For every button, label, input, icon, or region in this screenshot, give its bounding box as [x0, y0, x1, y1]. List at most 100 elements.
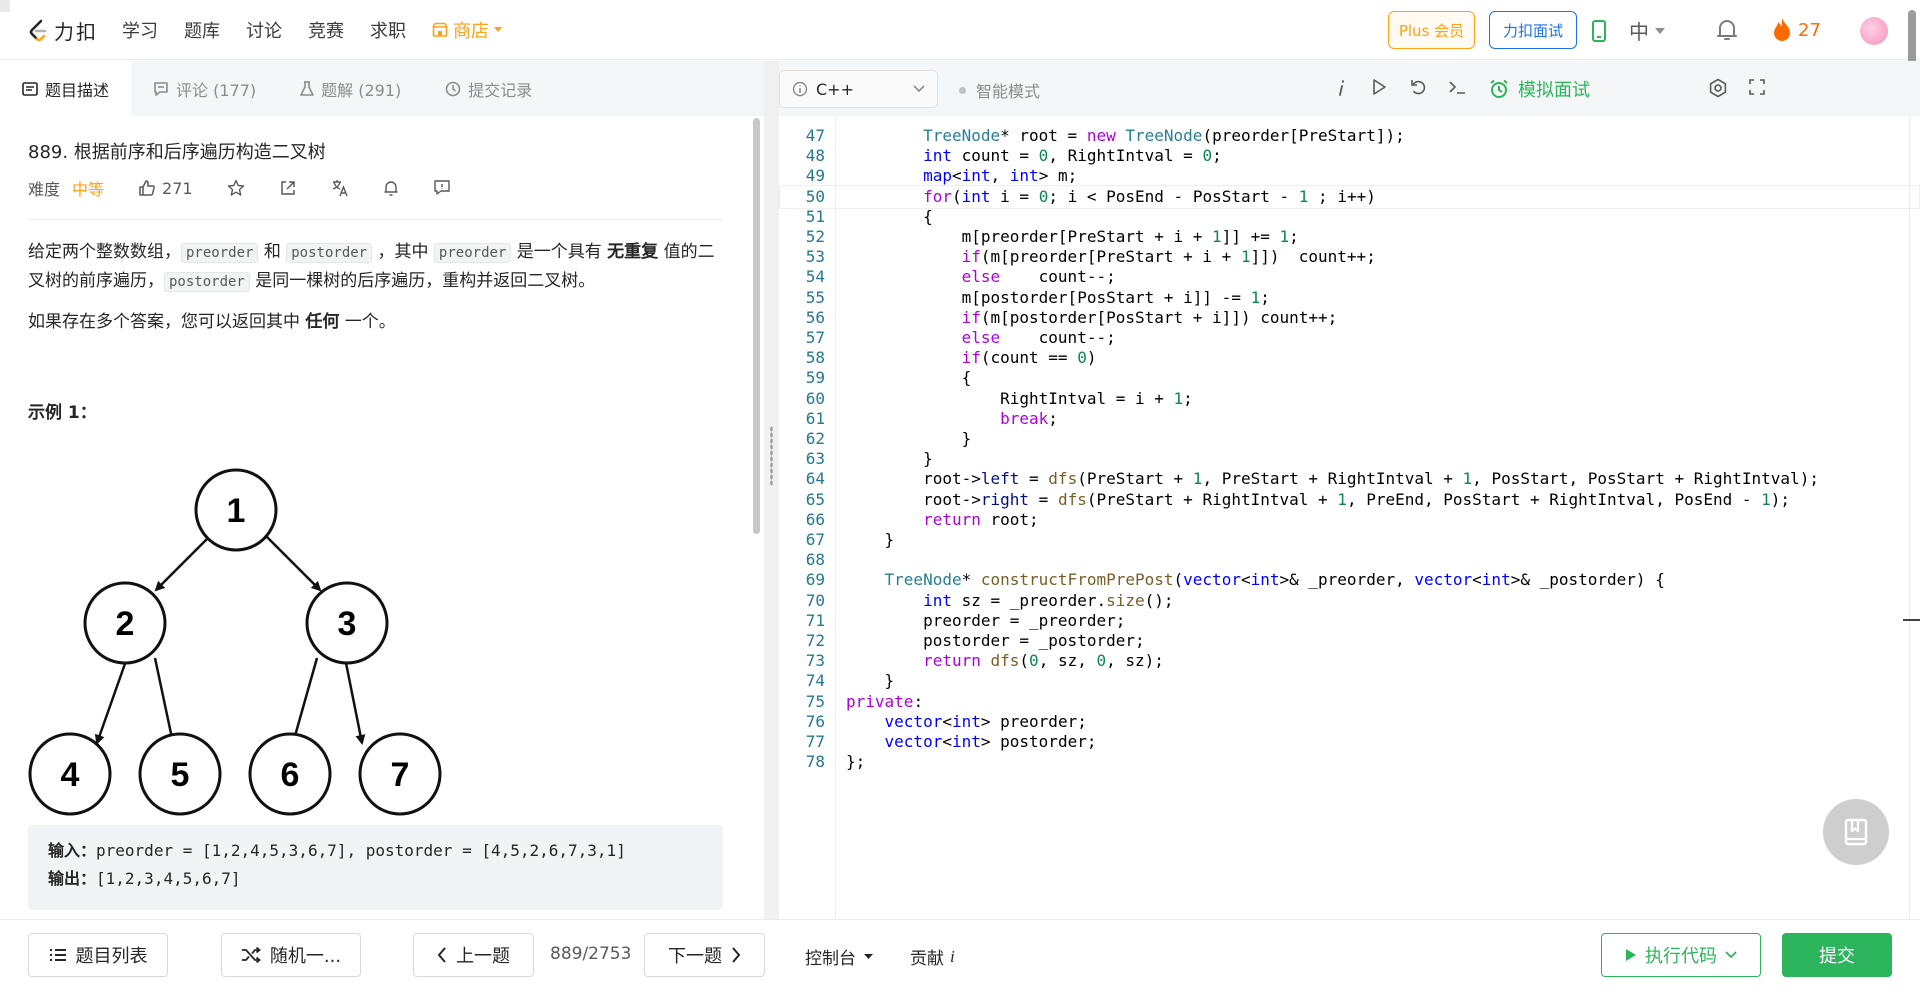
streak-count: 27 [1798, 19, 1821, 41]
inline-code-preorder: preorder [181, 243, 259, 263]
chevron-right-icon [731, 947, 741, 963]
smart-mode-label: 智能模式 [976, 82, 1041, 101]
status-dot [959, 86, 966, 94]
example-output-row: 输出：[1,2,3,4,5,6,7] [48, 865, 703, 893]
tree-node-label: 2 [116, 605, 135, 643]
favorite-button[interactable] [227, 179, 245, 197]
code-editor[interactable]: 46 if(PreStart > PreEnd || PosStart > Po… [779, 116, 1920, 919]
inline-code-postorder: postorder [164, 272, 250, 292]
translate-button[interactable] [331, 179, 349, 197]
nav-link-contest[interactable]: 竞赛 [308, 17, 344, 43]
divider [28, 219, 723, 220]
tab-description-label: 题目描述 [45, 80, 110, 100]
tree-node-label: 5 [171, 756, 190, 794]
notebook-icon [1843, 818, 1869, 846]
leetcode-interview-button[interactable]: 力扣面试 [1489, 11, 1577, 49]
streak-counter[interactable]: 27 [1772, 17, 1821, 43]
main-nav-links: 学习 题库 讨论 竞赛 求职 商店 [122, 0, 502, 60]
console-toggle[interactable]: 控制台 [805, 944, 873, 969]
tab-solutions-label: 题解 (291) [321, 80, 402, 100]
next-problem-label: 下一题 [668, 946, 722, 967]
nav-link-store[interactable]: 商店 [432, 17, 502, 43]
info-icon [792, 81, 808, 97]
editor-scrollbar[interactable] [1903, 116, 1920, 919]
terminal-icon[interactable] [1448, 78, 1468, 96]
description-scrollbar[interactable] [753, 118, 760, 534]
info-icon: i [950, 946, 955, 966]
statement-text: 是同一棵树的后序遍历，重构并返回二叉树。 [249, 271, 596, 291]
code-line[interactable]: 78}; [779, 750, 1920, 775]
chevron-down-icon [913, 85, 925, 93]
random-problem-label: 随机一... [269, 946, 342, 967]
chevron-down-icon [1725, 951, 1737, 959]
nav-link-learn[interactable]: 学习 [122, 17, 158, 43]
mobile-app-icon[interactable] [1592, 20, 1606, 42]
panel-splitter[interactable] [764, 61, 779, 919]
contribute-link[interactable]: 贡献 i [910, 944, 955, 970]
console-label: 控制台 [805, 949, 856, 969]
play-icon[interactable] [1371, 78, 1387, 96]
problem-meta: 难度 中等 271 [28, 176, 451, 200]
tab-comments[interactable]: 评论 (177) [131, 61, 278, 116]
language-switcher[interactable]: 中 [1629, 16, 1665, 45]
problem-list-button[interactable]: 题目列表 [28, 933, 168, 977]
top-navigation-bar: 力扣 学习 题库 讨论 竞赛 求职 商店 Plus 会员 力扣面试 中 27 [0, 0, 1920, 65]
tree-edge [264, 534, 322, 592]
feedback-button[interactable] [433, 179, 451, 197]
statement-bold-text: 无重复 [607, 242, 659, 262]
problem-title: 889. 根据前序和后序遍历构造二叉树 [28, 142, 326, 163]
tree-edge [290, 657, 319, 745]
notes-floating-button[interactable] [1823, 799, 1889, 865]
italic-info-icon[interactable] [1337, 79, 1347, 97]
problem-note: 如果存在多个答案，您可以返回其中 任何 一个。 [28, 308, 723, 336]
problem-tabs: 题目描述 评论 (177) 题解 (291) 提交记录 [0, 61, 764, 116]
submit-button[interactable]: 提交 [1782, 933, 1892, 977]
run-code-button[interactable]: 执行代码 [1601, 933, 1761, 977]
tab-solutions[interactable]: 题解 (291) [278, 61, 423, 116]
previous-problem-label: 上一题 [456, 946, 510, 967]
feedback-icon [433, 179, 451, 197]
reset-icon[interactable] [1409, 78, 1427, 96]
nav-link-discuss[interactable]: 讨论 [246, 17, 282, 43]
thumbs-up-icon [138, 179, 156, 197]
notify-button[interactable] [383, 179, 399, 197]
chevron-left-icon [437, 947, 447, 963]
page-scrollbar[interactable] [1908, 10, 1916, 65]
language-select[interactable]: C++ [779, 70, 938, 108]
drag-handle-icon[interactable] [770, 426, 773, 486]
problem-description-panel: 889. 根据前序和后序遍历构造二叉树 难度 中等 271 给定两个整数数组， … [0, 116, 764, 919]
run-code-label: 执行代码 [1645, 946, 1717, 967]
example-tree-diagram: 1 2 3 4 5 6 7 [22, 438, 452, 818]
example-input-row: 输入：preorder = [1,2,4,5,3,6,7], postorder… [48, 837, 703, 865]
tab-comments-label: 评论 (177) [176, 80, 257, 100]
leetcode-logo-icon [28, 19, 48, 43]
tab-submissions[interactable]: 提交记录 [423, 61, 554, 116]
share-button[interactable] [279, 179, 297, 197]
notification-bell-icon[interactable] [1716, 18, 1738, 42]
tree-edge [153, 657, 177, 745]
nav-link-jobs[interactable]: 求职 [370, 17, 406, 43]
statement-text: 给定两个整数数组， [28, 242, 181, 262]
like-count: 271 [162, 178, 193, 198]
settings-icon[interactable] [1708, 78, 1728, 98]
plus-membership-button[interactable]: Plus 会员 [1388, 11, 1475, 49]
tree-node-label: 6 [281, 756, 300, 794]
next-problem-button[interactable]: 下一题 [644, 933, 765, 977]
tab-description[interactable]: 题目描述 [0, 61, 132, 116]
leetcode-logo[interactable]: 力扣 [28, 16, 98, 45]
user-avatar[interactable] [1860, 17, 1888, 45]
tree-node-label: 7 [391, 756, 410, 794]
nav-link-problemset[interactable]: 题库 [184, 17, 220, 43]
clock-icon [445, 81, 461, 97]
difficulty-label: 难度 [28, 180, 61, 199]
like-button[interactable]: 271 [138, 179, 193, 198]
star-icon [227, 179, 245, 197]
tree-edge [343, 657, 366, 745]
previous-problem-button[interactable]: 上一题 [413, 933, 534, 977]
statement-text: 是一个具有 [511, 242, 608, 262]
fullscreen-icon[interactable] [1748, 78, 1766, 96]
smart-mode-toggle[interactable]: 智能模式 [959, 78, 1040, 102]
random-problem-button[interactable]: 随机一... [221, 933, 361, 977]
mock-interview-button[interactable]: 模拟面试 [1489, 76, 1590, 102]
problem-list-label: 题目列表 [75, 946, 148, 967]
